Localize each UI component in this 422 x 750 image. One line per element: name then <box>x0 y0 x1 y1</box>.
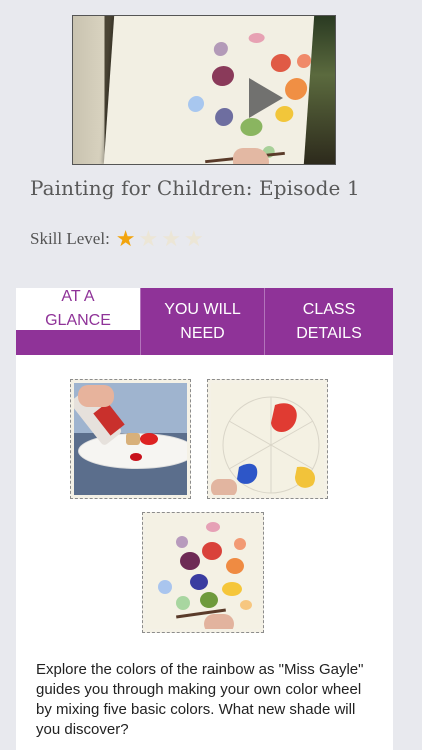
star-empty-icon: ★ <box>161 226 181 251</box>
tab-you-will-need[interactable]: YOU WILL NEED <box>140 288 264 355</box>
info-card: AT A GLANCE YOU WILL NEED CLASS DETAILS <box>16 288 393 750</box>
skill-level: Skill Level: ★ ★ ★ ★ <box>30 228 207 250</box>
star-empty-icon: ★ <box>184 226 204 251</box>
tab-at-a-glance[interactable]: AT A GLANCE <box>16 288 140 330</box>
play-icon[interactable] <box>249 78 283 118</box>
tab-bar: AT A GLANCE YOU WILL NEED CLASS DETAILS <box>16 288 393 355</box>
thumb-paint-bottle[interactable] <box>70 379 191 499</box>
tab-class-details[interactable]: CLASS DETAILS <box>264 288 393 355</box>
star-filled-icon: ★ <box>115 226 136 251</box>
episode-title: Painting for Children: Episode 1 <box>30 176 360 200</box>
video-player[interactable] <box>72 15 336 165</box>
star-empty-icon: ★ <box>138 226 159 251</box>
thumb-color-wheel-sketch[interactable] <box>207 379 328 499</box>
skill-level-label: Skill Level: <box>30 229 110 248</box>
class-description: Explore the colors of the rainbow as "Mi… <box>36 661 364 738</box>
thumb-finished-color-wheel[interactable] <box>142 512 264 633</box>
